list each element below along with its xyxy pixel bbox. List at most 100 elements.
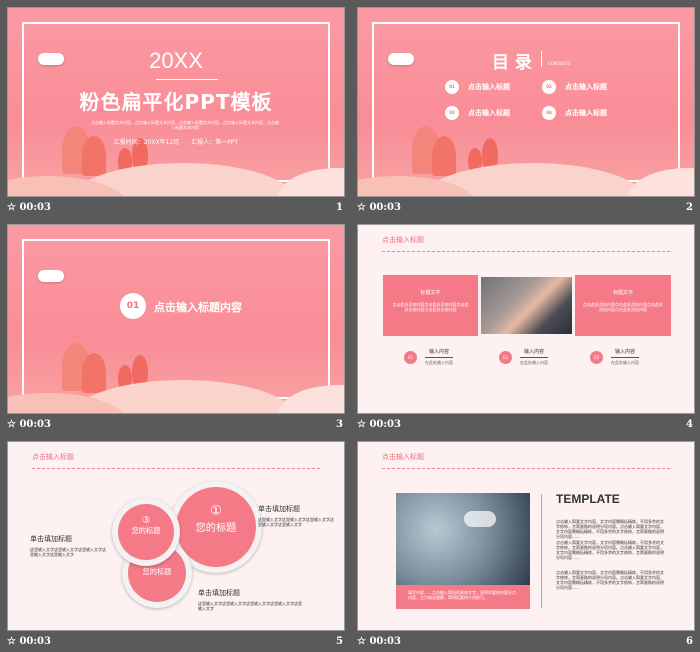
item-sub: 在此处输入内容 (425, 360, 453, 365)
timing: 00:03 (19, 202, 51, 213)
list-item: 02 输入内容 在此处输入内容 (499, 348, 548, 366)
dashed-divider (382, 251, 670, 252)
slide-meta-1: ☆ 00:03 1 (7, 202, 345, 218)
box-title: 标题文字 (612, 290, 633, 296)
text-block: 单击填加标题 这里输入文字这里输入文字这里输入文字这里输入文字这里输入文字 (30, 534, 106, 557)
paragraphs: 点击输入简要文字内容，文字内容需概括精炼，不用多余的文字修饰，言简意赅的说明分项… (556, 519, 666, 591)
block-text: 这里输入文字这里输入文字这里输入文字这里输入文字这里输入文字 (258, 517, 334, 527)
item-sub: 在此处输入内容 (611, 360, 639, 365)
text-block: 单击填加标题 这里输入文字这里输入文字这里输入文字这里输入文字这里输入文字 (258, 504, 334, 527)
block-title: 单击填加标题 (258, 505, 300, 513)
circle-number: ③ (141, 515, 151, 527)
toc-label: 点击输入标题 (565, 109, 607, 117)
slide-meta-3: ☆ 00:03 3 (7, 419, 345, 435)
timing: 00:03 (19, 636, 51, 647)
slide-meta-4: ☆ 00:03 4 (357, 419, 695, 435)
slide-header: 点击输入标题 (382, 453, 424, 461)
slide-number: 6 (686, 636, 693, 647)
block-text: 这里输入文字这里输入文字这里输入文字这里输入文字这里输入文字 (198, 601, 302, 611)
timing: 00:03 (19, 419, 51, 430)
circle-item: ① 您的标题 (176, 487, 256, 567)
block-text: 这里输入文字这里输入文字这里输入文字这里输入文字这里输入文字 (30, 547, 106, 557)
text-block: 单击填加标题 这里输入文字这里输入文字这里输入文字这里输入文字这里输入文字 (198, 588, 303, 611)
tree-shape (82, 353, 106, 393)
circle-label: 您的标题 (195, 523, 237, 534)
title-en: CONTENTS (548, 61, 570, 66)
toc-item[interactable]: 02 点击输入标题 (542, 80, 607, 94)
toc-number: 02 (542, 80, 556, 94)
item-number: 02 (499, 350, 512, 364)
item-sub: 在此处输入内容 (520, 360, 548, 365)
toc-label: 点击输入标题 (565, 83, 607, 91)
star-outline-icon[interactable]: ☆ (7, 202, 16, 213)
item-label: 输入内容 (520, 348, 548, 358)
slide-number: 2 (686, 202, 693, 213)
item-label: 输入内容 (425, 348, 453, 358)
circle-item: ③ 您的标题 (118, 504, 174, 560)
paragraph: 点击输入简要文字内容，文字内容需概括精炼，不用多余的文字修饰，言简意赅的说明分项… (556, 570, 664, 590)
block-title: 单击填加标题 (198, 589, 240, 597)
circle-number: ① (209, 503, 223, 519)
cloud-icon (388, 53, 414, 65)
slide-thumbnail-6[interactable]: 点击输入标题 填写内容……点击输入简短的具体文字，说明你要的内容分点内容，主为概… (357, 441, 695, 631)
toc-number: 04 (542, 106, 556, 120)
subtitle: 点击输入标题文本内容，点击输入标题文本内容，点击输入标题文本内容，点击输入标题文… (91, 120, 279, 130)
vertical-divider (541, 494, 542, 608)
slide-thumbnail-3[interactable]: 01 点击输入标题内容 (7, 224, 345, 414)
toc-number: 01 (445, 80, 459, 94)
paragraph: 点击输入简要文字内容，文字内容需概括精炼，不用多余的文字修饰，言简意赅的说明分项… (556, 540, 664, 560)
star-outline-icon[interactable]: ☆ (7, 419, 16, 430)
cloud-icon (38, 270, 64, 282)
slide-header: 点击输入标题 (382, 236, 424, 244)
star-outline-icon[interactable]: ☆ (357, 636, 366, 647)
timing: 00:03 (369, 202, 401, 213)
slide-thumbnail-1[interactable]: 20XX 粉色扁平化PPT模板 点击输入标题文本内容，点击输入标题文本内容，点击… (7, 7, 345, 197)
dashed-divider (382, 468, 670, 469)
image-caption: 填写内容……点击输入简短的具体文字，说明你要的内容分点内容，主为概念图解，简明扼… (396, 585, 530, 609)
slide-number: 5 (336, 636, 343, 647)
toc-label: 点击输入标题 (468, 83, 510, 91)
toc-item[interactable]: 04 点击输入标题 (542, 106, 607, 120)
box-text: 点击此处添加内容点击此处添加内容点击此处添加内容点击此处添加内容 (583, 302, 663, 312)
slide-number: 1 (336, 202, 343, 213)
slide-meta-5: ☆ 00:03 5 (7, 636, 345, 652)
slide-thumbnail-5[interactable]: 点击输入标题 ① 您的标题 ② 您的标题 ③ 您的标题 单击填加标题 这里输入文… (7, 441, 345, 631)
toc-item[interactable]: 03 点击输入标题 (445, 106, 510, 120)
timing: 00:03 (369, 419, 401, 430)
box-title: 标题文字 (420, 290, 441, 296)
timing: 00:03 (369, 636, 401, 647)
circle-label: 您的标题 (142, 566, 172, 576)
handshake-image (481, 277, 572, 334)
slide-meta-6: ☆ 00:03 6 (357, 636, 695, 652)
business-cloud-image (396, 493, 530, 585)
list-item: 01 输入内容 在此处输入内容 (404, 348, 453, 366)
tree-shape (432, 136, 456, 176)
heading: TEMPLATE (556, 492, 620, 506)
star-outline-icon[interactable]: ☆ (357, 419, 366, 430)
item-label: 输入内容 (611, 348, 639, 358)
divider (541, 51, 542, 67)
report-meta: 汇报时间：20XX年12月 汇报人：第一PPT (113, 139, 239, 146)
slide-title: 目 录 (492, 53, 532, 73)
star-outline-icon[interactable]: ☆ (7, 636, 16, 647)
dashed-divider (32, 468, 320, 469)
year: 20XX (149, 48, 203, 73)
paragraph: 点击输入简要文字内容，文字内容需概括精炼，不用多余的文字修饰，言简意赅的说明分项… (556, 519, 664, 539)
slide-thumbnail-2[interactable]: 目 录 CONTENTS 01 点击输入标题 02 点击输入标题 03 点击输入… (357, 7, 695, 197)
star-outline-icon[interactable]: ☆ (357, 202, 366, 213)
cloud-icon (464, 511, 496, 527)
slide-thumbnail-4[interactable]: 点击输入标题 标题文字 点击此处添加内容点击此处添加内容点击此处添加内容点击此处… (357, 224, 695, 414)
block-title: 单击填加标题 (30, 535, 72, 543)
section-number: 01 (120, 293, 146, 319)
item-number: 03 (590, 350, 603, 364)
section-title: 点击输入标题内容 (154, 301, 242, 314)
slide-meta-2: ☆ 00:03 2 (357, 202, 695, 218)
list-item: 03 输入内容 在此处输入内容 (590, 348, 639, 366)
toc-item[interactable]: 01 点击输入标题 (445, 80, 510, 94)
circle-label: 您的标题 (131, 526, 161, 536)
divider (156, 79, 218, 80)
text-box-left: 标题文字 点击此处添加内容点击此处添加内容点击此处添加内容点击此处添加内容 (383, 275, 478, 336)
slide-number: 3 (336, 419, 343, 430)
toc-label: 点击输入标题 (468, 109, 510, 117)
slide-header: 点击输入标题 (32, 453, 74, 461)
